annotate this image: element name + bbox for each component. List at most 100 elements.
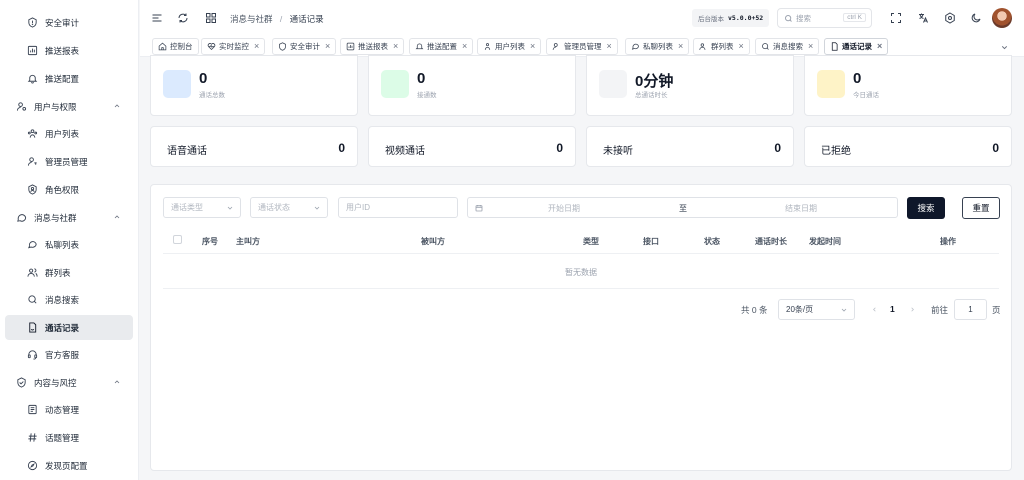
sidebar-item-official-support[interactable]: 官方客服	[5, 342, 133, 367]
search-button[interactable]: 搜索	[907, 197, 945, 219]
menu-toggle-icon[interactable]	[149, 10, 165, 26]
tab-user-list[interactable]: 用户列表 ×	[477, 38, 542, 55]
close-icon[interactable]: ×	[530, 42, 535, 51]
tab-admin-management[interactable]: 管理员管理 ×	[546, 38, 618, 55]
reset-button[interactable]: 重置	[962, 197, 1000, 219]
sidebar-item-role-permission[interactable]: 角色权限	[5, 177, 133, 202]
global-search[interactable]: 搜索 ctrl K	[777, 8, 872, 28]
chevron-down-icon[interactable]	[996, 39, 1012, 55]
sidebar-item-user-list[interactable]: 用户列表	[5, 121, 133, 146]
column-header-start-time: 发起时间	[809, 237, 841, 246]
grid-icon[interactable]	[203, 10, 219, 26]
sidebar-item-label: 用户列表	[45, 128, 80, 139]
close-icon[interactable]: ×	[678, 42, 683, 51]
close-icon[interactable]: ×	[739, 42, 744, 51]
end-date-input[interactable]: 结束日期	[785, 203, 817, 214]
date-range-picker[interactable]: 开始日期 至 结束日期	[467, 197, 898, 218]
breadcrumb-current: 通话记录	[289, 14, 324, 24]
bar-chart-icon	[346, 42, 355, 51]
tab-dashboard[interactable]: 控制台	[152, 38, 199, 55]
stat-label: 今日通话	[853, 92, 879, 99]
sidebar-item-feed-management[interactable]: 动态管理	[5, 397, 133, 422]
summary-card-video: 视频通话 0	[368, 126, 576, 167]
sidebar-item-push-report[interactable]: 推送报表	[5, 38, 133, 63]
fullscreen-icon[interactable]	[888, 10, 904, 26]
sidebar-item-security-audit[interactable]: 安全审计	[5, 10, 133, 35]
select-all-checkbox[interactable]	[173, 235, 182, 244]
chat-bubble-icon	[25, 238, 39, 252]
sidebar-item-private-chat[interactable]: 私聊列表	[5, 232, 133, 257]
tab-private-chat[interactable]: 私聊列表 ×	[625, 38, 690, 55]
shield-user-icon	[25, 183, 39, 197]
stat-label: 接通数	[417, 92, 437, 99]
close-icon[interactable]: ×	[808, 42, 813, 51]
call-type-select[interactable]: 通话类型	[163, 197, 241, 218]
close-icon[interactable]: ×	[325, 42, 330, 51]
tab-label: 管理员管理	[564, 42, 602, 51]
close-icon[interactable]: ×	[393, 42, 398, 51]
search-icon	[761, 42, 770, 51]
sidebar-item-topic-management[interactable]: 话题管理	[5, 425, 133, 450]
tab-security-audit[interactable]: 安全审计 ×	[272, 38, 337, 55]
users-icon	[25, 127, 39, 141]
breadcrumb-parent[interactable]: 消息与社群	[230, 14, 273, 24]
summary-card-missed: 未接听 0	[586, 126, 794, 167]
current-page[interactable]: 1	[890, 304, 895, 314]
search-icon	[784, 14, 793, 23]
summary-card-voice: 语音通话 0	[150, 126, 358, 167]
sidebar-group-message-community[interactable]: 消息与社群	[5, 205, 133, 230]
sidebar-group-user-permission[interactable]: 用户与权限	[5, 94, 133, 119]
stat-icon	[599, 70, 627, 98]
start-date-input[interactable]: 开始日期	[548, 203, 580, 214]
summary-label: 视频通话	[385, 146, 425, 157]
sidebar-item-push-config[interactable]: 推送配置	[5, 66, 133, 91]
tab-call-records[interactable]: 通话记录 ×	[824, 38, 889, 55]
close-icon[interactable]: ×	[254, 42, 259, 51]
close-icon[interactable]: ×	[877, 42, 882, 51]
user-cog-icon	[14, 100, 28, 114]
search-shortcut: ctrl K	[843, 13, 866, 22]
top-bar: 消息与社群 / 通话记录 后台版本 v5.0.0+52 搜索 ctrl K	[140, 0, 1024, 36]
tab-label: 推送报表	[358, 42, 388, 51]
goto-page-input[interactable]: 1	[954, 299, 987, 320]
prev-page-icon[interactable]	[866, 301, 882, 317]
sidebar-item-message-search[interactable]: 消息搜索	[5, 287, 133, 312]
tab-message-search[interactable]: 消息搜索 ×	[755, 38, 820, 55]
sidebar-item-discover-config[interactable]: 发现页配置	[5, 453, 133, 478]
tab-realtime-monitor[interactable]: 实时监控 ×	[201, 38, 266, 55]
stat-label: 通话总数	[199, 92, 225, 99]
user-id-input[interactable]: 用户ID	[338, 197, 458, 218]
settings-icon[interactable]	[942, 10, 958, 26]
stat-card-total-calls: 0 通话总数	[150, 55, 358, 116]
sidebar-item-group-list[interactable]: 群列表	[5, 260, 133, 285]
sidebar-item-label: 通话记录	[45, 322, 80, 333]
sidebar: 安全审计 推送报表 推送配置 用户与权限 用户列表 管理员管理 角色权限 消息与…	[0, 0, 139, 480]
empty-text: 暂无数据	[565, 268, 597, 277]
call-record-icon	[25, 321, 39, 335]
records-panel	[150, 184, 1012, 471]
stat-icon	[817, 70, 845, 98]
version-badge: 后台版本 v5.0.0+52	[692, 9, 770, 27]
translate-icon[interactable]	[915, 10, 931, 26]
sidebar-item-label: 推送配置	[45, 73, 80, 84]
avatar[interactable]	[992, 8, 1012, 28]
sidebar-item-admin-management[interactable]: 管理员管理	[5, 149, 133, 174]
call-status-select[interactable]: 通话状态	[250, 197, 328, 218]
dark-mode-icon[interactable]	[968, 10, 984, 26]
tab-group-list[interactable]: 群列表 ×	[693, 38, 750, 55]
sidebar-item-label: 群列表	[45, 267, 71, 278]
tab-push-config[interactable]: 推送配置 ×	[409, 38, 474, 55]
page-size-select[interactable]: 20条/页	[778, 299, 855, 320]
goto-page-value: 1	[968, 305, 973, 314]
next-page-icon[interactable]	[904, 301, 920, 317]
sidebar-item-call-records[interactable]: 通话记录	[5, 315, 133, 340]
date-range-separator: 至	[679, 204, 687, 213]
summary-label: 语音通话	[167, 146, 207, 157]
stat-card-total-duration: 0分钟 总通话时长	[586, 55, 794, 116]
close-icon[interactable]: ×	[462, 42, 467, 51]
close-icon[interactable]: ×	[607, 42, 612, 51]
refresh-icon[interactable]	[175, 10, 191, 26]
bar-chart-icon	[25, 44, 39, 58]
sidebar-group-content-risk[interactable]: 内容与风控	[5, 370, 133, 395]
tab-push-report[interactable]: 推送报表 ×	[340, 38, 405, 55]
